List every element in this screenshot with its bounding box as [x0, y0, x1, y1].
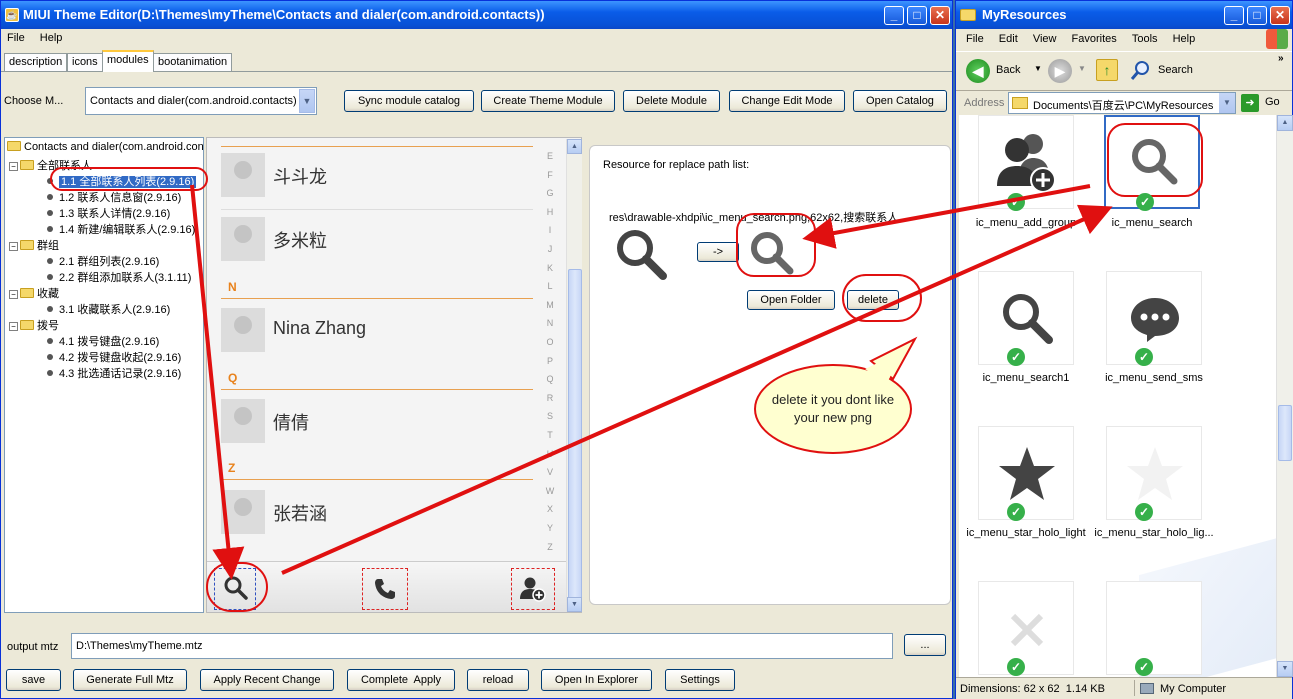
annotation-arrows: [190, 184, 1113, 580]
tab-modules[interactable]: modules: [102, 50, 154, 72]
